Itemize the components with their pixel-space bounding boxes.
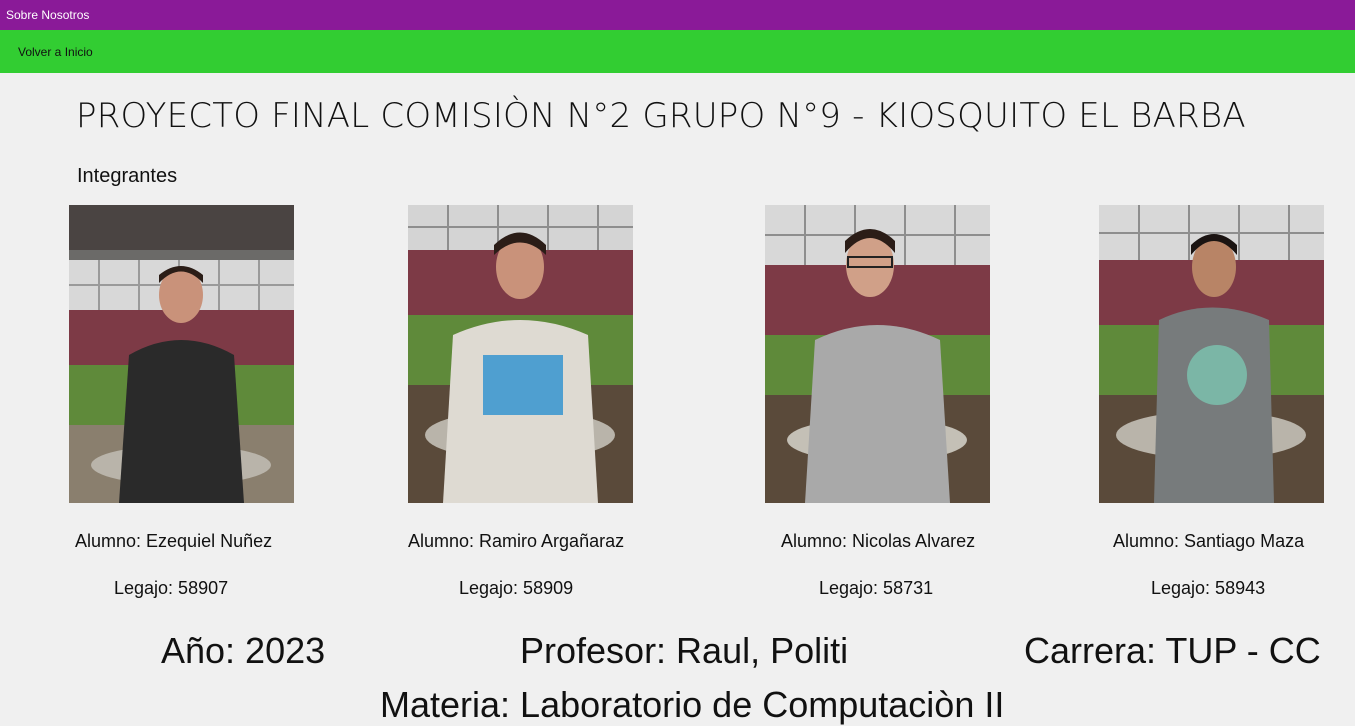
subject-label: Materia: Laboratorio de Computaciòn II (380, 684, 1005, 725)
member-legajo: Legajo: 58943 (1151, 578, 1266, 598)
member-photo-ramiro (408, 205, 633, 503)
photo-illustration (1099, 205, 1324, 503)
professor-label: Profesor: Raul, Politi (520, 630, 849, 671)
member-name: Alumno: Ramiro Argañaraz (408, 531, 625, 551)
window-title: Sobre Nosotros (6, 8, 90, 22)
career-label: Carrera: TUP - CC (1024, 630, 1321, 671)
member-photo-ezequiel (69, 205, 294, 503)
member-name: Alumno: Santiago Maza (1113, 531, 1305, 551)
page-title: PROYECTO FINAL COMISIÒN N°2 GRUPO N°9 - … (76, 96, 1246, 136)
window-titlebar: Sobre Nosotros (0, 0, 1355, 30)
photo-illustration (69, 205, 294, 503)
member-legajo: Legajo: 58731 (819, 578, 934, 598)
member-legajo: Legajo: 58907 (114, 578, 229, 598)
photo-illustration (765, 205, 990, 503)
members-heading: Integrantes (77, 165, 178, 187)
member-photo-santiago (1099, 205, 1324, 503)
member-photo-nicolas (765, 205, 990, 503)
photo-illustration (408, 205, 633, 503)
nav-bar: Volver a Inicio (0, 30, 1355, 73)
member-name: Alumno: Nicolas Alvarez (781, 531, 976, 551)
back-to-home-link[interactable]: Volver a Inicio (18, 45, 93, 59)
year-label: Año: 2023 (161, 630, 326, 671)
member-name: Alumno: Ezequiel Nuñez (75, 531, 273, 551)
member-legajo: Legajo: 58909 (459, 578, 574, 598)
